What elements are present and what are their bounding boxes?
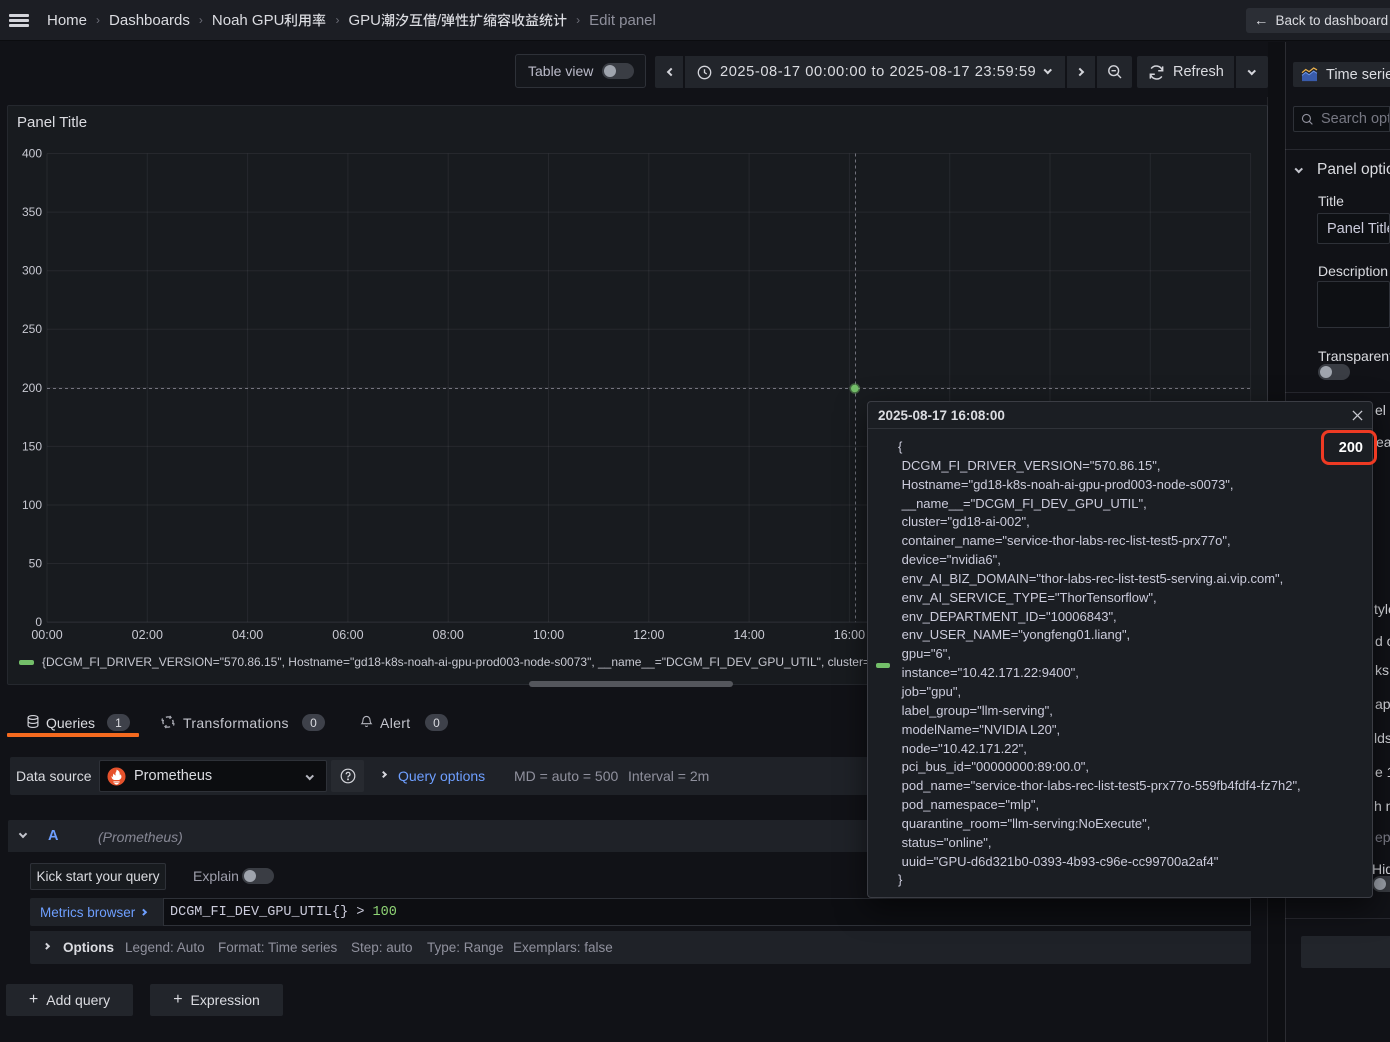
svg-text:50: 50 bbox=[29, 557, 43, 571]
svg-text:12:00: 12:00 bbox=[633, 628, 664, 642]
svg-text:200: 200 bbox=[22, 381, 42, 395]
svg-text:10:00: 10:00 bbox=[533, 628, 564, 642]
svg-text:250: 250 bbox=[22, 322, 42, 336]
svg-text:02:00: 02:00 bbox=[132, 628, 163, 642]
svg-text:300: 300 bbox=[22, 264, 42, 278]
svg-text:150: 150 bbox=[22, 439, 42, 453]
svg-text:00:00: 00:00 bbox=[31, 628, 62, 642]
svg-text:100: 100 bbox=[22, 498, 42, 512]
svg-text:400: 400 bbox=[22, 147, 42, 161]
svg-text:16:00: 16:00 bbox=[834, 628, 865, 642]
svg-text:0: 0 bbox=[35, 615, 42, 629]
svg-text:350: 350 bbox=[22, 205, 42, 219]
svg-text:06:00: 06:00 bbox=[332, 628, 363, 642]
svg-text:08:00: 08:00 bbox=[433, 628, 464, 642]
svg-text:04:00: 04:00 bbox=[232, 628, 263, 642]
svg-text:14:00: 14:00 bbox=[733, 628, 764, 642]
